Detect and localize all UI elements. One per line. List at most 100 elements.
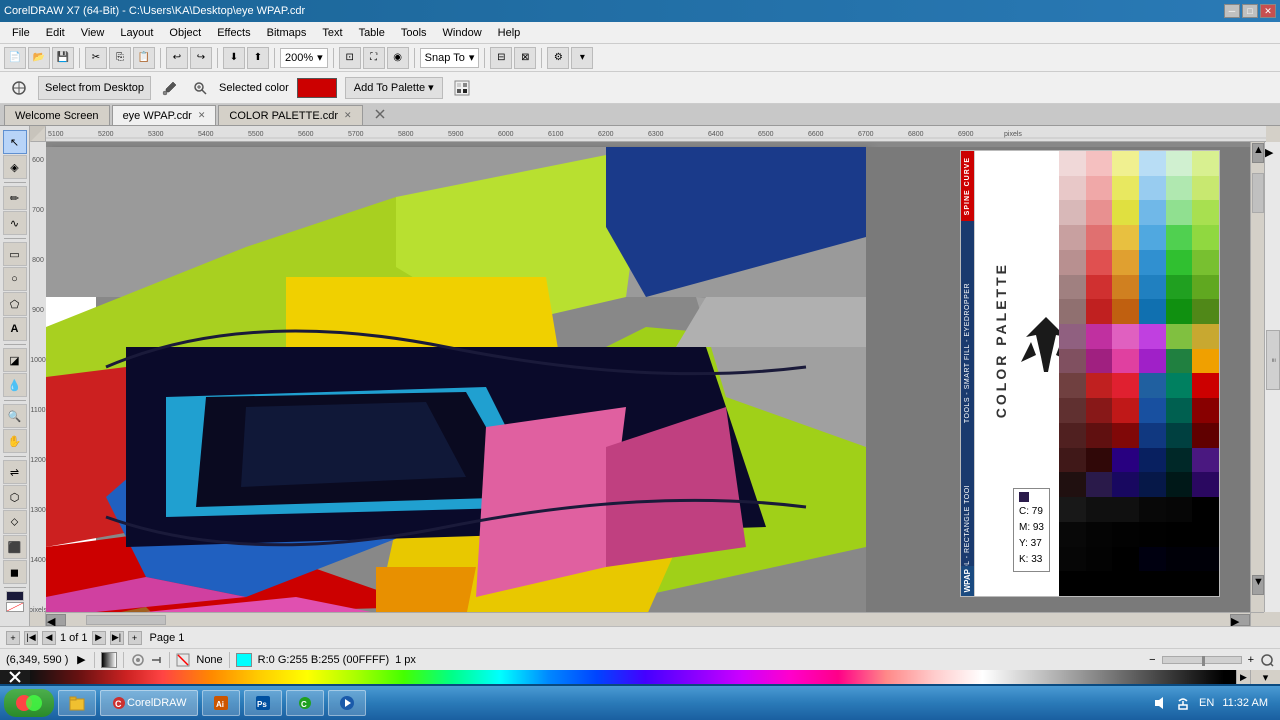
swatch-cell[interactable]: [1112, 349, 1139, 374]
tab-welcome-screen[interactable]: Welcome Screen: [4, 105, 110, 125]
swatch-cell[interactable]: [1166, 497, 1193, 522]
align-button[interactable]: ⊟: [490, 47, 512, 69]
zoom-in-btn[interactable]: +: [1248, 654, 1254, 666]
swatch-cell[interactable]: [1139, 497, 1166, 522]
smartdraw-tool[interactable]: ∿: [3, 211, 27, 235]
swatch-cell[interactable]: [1112, 373, 1139, 398]
swatch-cell[interactable]: [1139, 349, 1166, 374]
tab-eye-wpap[interactable]: eye WPAP.cdr ✕: [112, 105, 217, 125]
color-bar-indicator[interactable]: [101, 652, 117, 668]
next-page-button[interactable]: ▶: [92, 631, 106, 645]
zoom-tool[interactable]: 🔍: [3, 404, 27, 428]
menu-bitmaps[interactable]: Bitmaps: [259, 25, 315, 41]
swatch-cell[interactable]: [1166, 522, 1193, 547]
menu-text[interactable]: Text: [314, 25, 350, 41]
swatch-cell[interactable]: [1112, 225, 1139, 250]
maximize-button[interactable]: □: [1242, 4, 1258, 18]
swatch-cell[interactable]: [1059, 423, 1086, 448]
swatch-cell[interactable]: [1112, 423, 1139, 448]
swatch-cell[interactable]: [1166, 299, 1193, 324]
shadow-tool[interactable]: ◼: [3, 560, 27, 584]
color-options-icon[interactable]: [451, 77, 473, 99]
add-page-button[interactable]: +: [6, 631, 20, 645]
swatch-cell[interactable]: [1139, 151, 1166, 176]
swatch-cell[interactable]: [1192, 497, 1219, 522]
swatch-cell[interactable]: [1166, 547, 1193, 572]
swatch-cell[interactable]: [1192, 472, 1219, 497]
swatch-cell[interactable]: [1059, 522, 1086, 547]
ellipse-tool[interactable]: ○: [3, 267, 27, 291]
envelope-tool[interactable]: ⬦: [3, 510, 27, 534]
taskbar-explorer[interactable]: [58, 690, 96, 716]
menu-table[interactable]: Table: [351, 25, 393, 41]
shape-tool[interactable]: ◈: [3, 155, 27, 179]
hscroll-left[interactable]: ◀: [46, 614, 66, 626]
close-button[interactable]: ✕: [1260, 4, 1276, 18]
swatch-cell[interactable]: [1112, 250, 1139, 275]
align-distribute-handle[interactable]: ≡: [1266, 330, 1280, 390]
last-page-button[interactable]: ▶|: [110, 631, 124, 645]
fill-tool[interactable]: ◪: [3, 348, 27, 372]
swatch-cell[interactable]: [1192, 522, 1219, 547]
swatch-cell[interactable]: [1059, 250, 1086, 275]
right-panel-expand[interactable]: ▶: [1265, 146, 1279, 159]
swatch-cell[interactable]: [1192, 299, 1219, 324]
swatch-cell[interactable]: [1086, 200, 1113, 225]
horizontal-scrollbar[interactable]: ◀ ▶: [46, 612, 1250, 626]
options-button[interactable]: ⚙: [547, 47, 569, 69]
blend-tool[interactable]: ⇌: [3, 460, 27, 484]
swatch-cell[interactable]: [1166, 448, 1193, 473]
distribute-button[interactable]: ⊠: [514, 47, 536, 69]
save-button[interactable]: 💾: [52, 47, 74, 69]
eyedropper-icon[interactable]: [159, 77, 181, 99]
menu-tools[interactable]: Tools: [393, 25, 435, 41]
freehand-tool[interactable]: ✏: [3, 186, 27, 210]
swatch-cell[interactable]: [1139, 225, 1166, 250]
swatch-cell[interactable]: [1112, 448, 1139, 473]
zoom-icon[interactable]: [189, 77, 211, 99]
hand-tool[interactable]: ✋: [3, 429, 27, 453]
vscroll-down[interactable]: ▼: [1252, 575, 1264, 595]
swatch-cell[interactable]: [1139, 299, 1166, 324]
swatch-cell[interactable]: [1166, 225, 1193, 250]
add-page-after-button[interactable]: +: [128, 631, 142, 645]
play-button[interactable]: ▶: [74, 653, 88, 667]
swatch-cell[interactable]: [1192, 448, 1219, 473]
swatch-cell[interactable]: [1112, 472, 1139, 497]
polygon-tool[interactable]: ⬠: [3, 292, 27, 316]
swatch-cell[interactable]: [1139, 250, 1166, 275]
menu-file[interactable]: File: [4, 25, 38, 41]
undo-button[interactable]: ↩: [166, 47, 188, 69]
swatch-cell[interactable]: [1059, 571, 1086, 596]
swatch-cell[interactable]: [1059, 225, 1086, 250]
snap-toggle[interactable]: [149, 653, 163, 667]
swatch-cell[interactable]: [1139, 423, 1166, 448]
menu-help[interactable]: Help: [490, 25, 529, 41]
swatch-cell[interactable]: [1112, 151, 1139, 176]
swatch-cell[interactable]: [1112, 324, 1139, 349]
swatch-cell[interactable]: [1139, 448, 1166, 473]
fit-page-button[interactable]: ⊡: [339, 47, 361, 69]
menu-effects[interactable]: Effects: [209, 25, 258, 41]
cut-button[interactable]: ✂: [85, 47, 107, 69]
swatch-cell[interactable]: [1059, 547, 1086, 572]
swatch-cell[interactable]: [1192, 547, 1219, 572]
menu-window[interactable]: Window: [435, 25, 490, 41]
taskbar-corel2[interactable]: C: [286, 690, 324, 716]
swatch-cell[interactable]: [1192, 571, 1219, 596]
menu-view[interactable]: View: [73, 25, 113, 41]
swatch-cell[interactable]: [1139, 398, 1166, 423]
swatch-cell[interactable]: [1166, 151, 1193, 176]
swatch-cell[interactable]: [1086, 398, 1113, 423]
hscroll-right[interactable]: ▶: [1230, 614, 1250, 626]
vscroll-up[interactable]: ▲: [1252, 143, 1264, 163]
swatch-cell[interactable]: [1086, 522, 1113, 547]
swatch-cell[interactable]: [1166, 324, 1193, 349]
extrude-tool[interactable]: ⬛: [3, 535, 27, 559]
zoom-out-btn[interactable]: −: [1149, 654, 1155, 666]
swatch-cell[interactable]: [1192, 151, 1219, 176]
swatch-cell[interactable]: [1112, 547, 1139, 572]
export-button[interactable]: ⬆: [247, 47, 269, 69]
swatch-cell[interactable]: [1166, 176, 1193, 201]
tab-color-palette[interactable]: COLOR PALETTE.cdr ✕: [218, 105, 362, 125]
